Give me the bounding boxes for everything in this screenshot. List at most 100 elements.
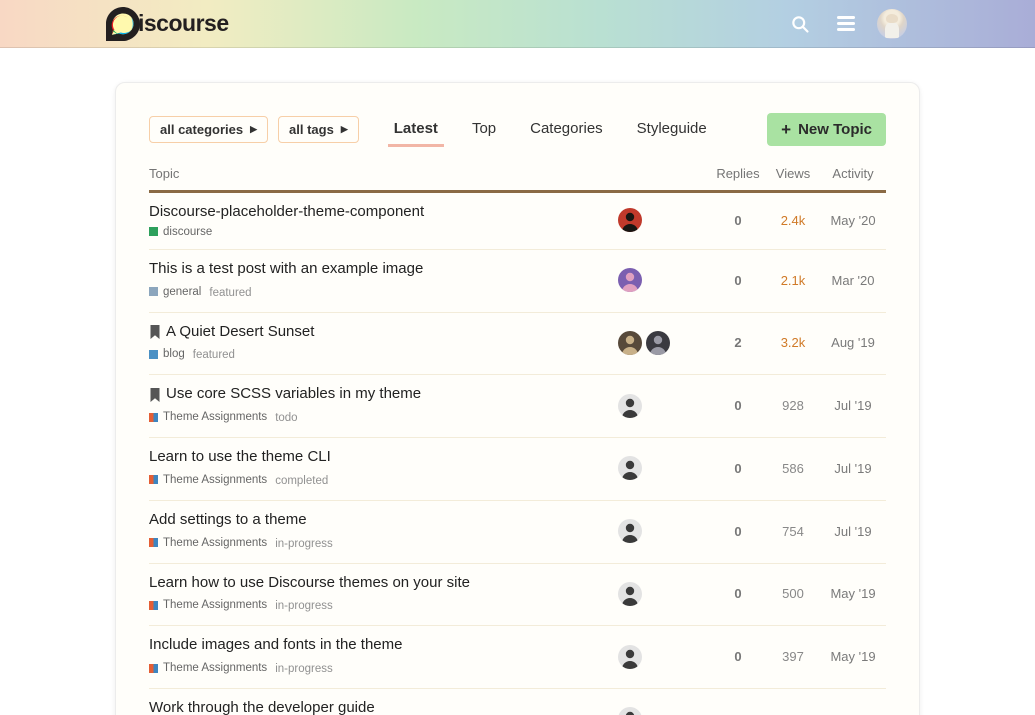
topic-title-link[interactable]: Learn to use the theme CLI [149,448,608,467]
poster-avatar[interactable] [618,582,642,606]
posters-cell [618,519,710,543]
category-link[interactable]: discourse [149,226,212,238]
topic-row: A Quiet Desert Sunset blog featured 2 3.… [149,313,886,376]
topic-meta: Theme Assignments in-progress [149,596,608,614]
poster-avatar[interactable] [618,519,642,543]
views-count: 3.2k [766,335,820,350]
category-link[interactable]: Theme Assignments [149,537,267,549]
poster-avatar[interactable] [618,268,642,292]
activity-date[interactable]: May '20 [820,213,886,228]
category-badge [149,287,158,296]
topic-title-text: Learn how to use Discourse themes on you… [149,574,470,593]
column-header-topic: Topic [149,166,618,181]
posters-cell [618,331,710,355]
activity-date[interactable]: May '19 [820,586,886,601]
topic-title-link[interactable]: Add settings to a theme [149,511,608,530]
topic-list: Discourse-placeholder-theme-component di… [149,193,886,715]
topic-meta: Theme Assignments todo [149,408,608,426]
list-controls: all categories ▶ all tags ▶ Latest Top Cat… [149,113,886,146]
tab-categories[interactable]: Categories [530,114,603,145]
activity-date[interactable]: Jul '19 [820,524,886,539]
poster-avatar[interactable] [618,456,642,480]
activity-date[interactable]: Jul '19 [820,461,886,476]
user-avatar[interactable] [877,9,907,39]
topic-row: Include images and fonts in the theme Th… [149,626,886,689]
category-link[interactable]: Theme Assignments [149,662,267,674]
posters-cell [618,268,710,292]
replies-count[interactable]: 2 [710,335,766,350]
tag-in-progress[interactable]: in-progress [275,538,333,550]
replies-count[interactable]: 0 [710,649,766,664]
tag-list: featured [209,283,251,301]
new-topic-label: New Topic [798,121,872,138]
tab-styleguide[interactable]: Styleguide [637,114,707,145]
activity-date[interactable]: May '19 [820,649,886,664]
topic-row: Add settings to a theme Theme Assignment… [149,501,886,564]
poster-avatar[interactable] [618,208,642,232]
topic-title-text: Discourse-placeholder-theme-component [149,203,424,222]
search-icon[interactable] [785,9,815,39]
topic-row: Use core SCSS variables in my theme Them… [149,375,886,438]
discourse-logo[interactable]: iscourse [106,7,229,41]
topic-title-link[interactable]: Discourse-placeholder-theme-component [149,203,608,222]
category-link[interactable]: Theme Assignments [149,474,267,486]
replies-count[interactable]: 0 [710,213,766,228]
topic-meta: blog featured [149,345,608,363]
topic-title-link[interactable]: Include images and fonts in the theme [149,636,608,655]
topic-row: This is a test post with an example imag… [149,250,886,313]
hamburger-menu-icon[interactable] [831,9,861,39]
category-badge [149,475,158,484]
new-topic-button[interactable]: + New Topic [767,113,886,146]
category-name: blog [163,348,185,360]
tag-completed[interactable]: completed [275,475,328,487]
topic-title-text: Learn to use the theme CLI [149,448,331,467]
topic-meta: Theme Assignments completed [149,471,608,489]
topic-title-link[interactable]: Learn how to use Discourse themes on you… [149,574,608,593]
topic-title-link[interactable]: This is a test post with an example imag… [149,260,608,279]
replies-count[interactable]: 0 [710,273,766,288]
activity-date[interactable]: Mar '20 [820,273,886,288]
views-count: 586 [766,461,820,476]
tab-top[interactable]: Top [472,114,496,145]
column-header-activity[interactable]: Activity [820,166,886,181]
views-count: 754 [766,524,820,539]
poster-avatar[interactable] [618,707,642,715]
poster-avatar[interactable] [618,645,642,669]
topic-title-link[interactable]: Work through the developer guide [149,699,608,715]
category-link[interactable]: general [149,286,201,298]
replies-count[interactable]: 0 [710,398,766,413]
poster-avatar[interactable] [618,394,642,418]
tag-featured[interactable]: featured [193,349,235,361]
category-link[interactable]: Theme Assignments [149,411,267,423]
tag-in-progress[interactable]: in-progress [275,663,333,675]
topic-meta: general featured [149,283,608,301]
posters-cell [618,208,710,232]
category-link[interactable]: blog [149,348,185,360]
replies-count[interactable]: 0 [710,586,766,601]
tag-todo[interactable]: todo [275,412,297,424]
topic-title-link[interactable]: A Quiet Desert Sunset [149,323,608,342]
poster-avatar[interactable] [618,331,642,355]
activity-date[interactable]: Aug '19 [820,335,886,350]
replies-count[interactable]: 0 [710,461,766,476]
column-header-replies[interactable]: Replies [710,166,766,181]
tag-filter-dropdown[interactable]: all tags ▶ [278,116,359,143]
activity-date[interactable]: Jul '19 [820,398,886,413]
topic-row: Discourse-placeholder-theme-component di… [149,193,886,250]
replies-count[interactable]: 0 [710,524,766,539]
posters-cell [618,645,710,669]
topic-title-text: This is a test post with an example imag… [149,260,423,279]
topic-row: Learn to use the theme CLI Theme Assignm… [149,438,886,501]
category-filter-dropdown[interactable]: all categories ▶ [149,116,268,143]
views-count: 500 [766,586,820,601]
plus-icon: + [781,121,791,138]
tag-list: in-progress [275,659,333,677]
topic-title-link[interactable]: Use core SCSS variables in my theme [149,385,608,404]
column-header-views[interactable]: Views [766,166,820,181]
tag-featured[interactable]: featured [209,287,251,299]
topic-meta: Theme Assignments in-progress [149,534,608,552]
poster-avatar[interactable] [646,331,670,355]
tag-in-progress[interactable]: in-progress [275,600,333,612]
tab-latest[interactable]: Latest [394,114,438,145]
category-link[interactable]: Theme Assignments [149,599,267,611]
